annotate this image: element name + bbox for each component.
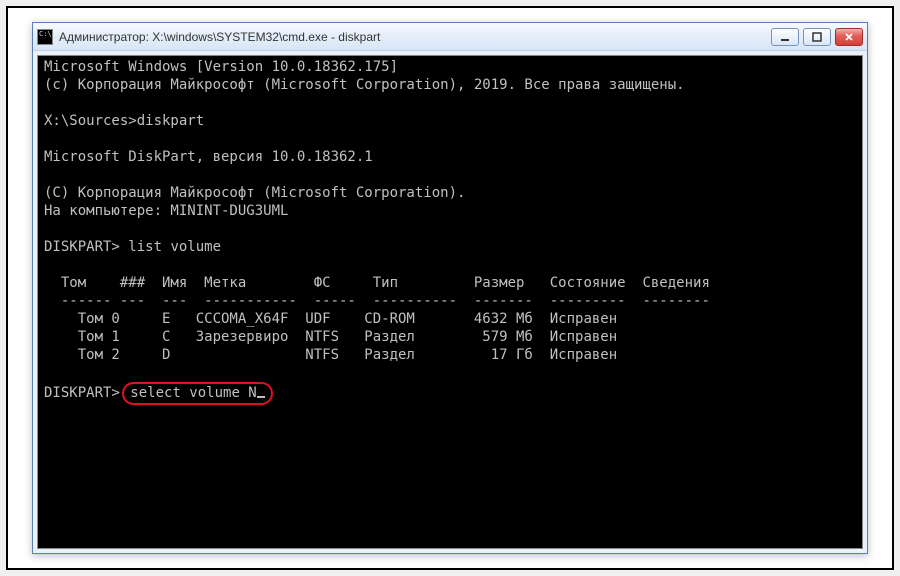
table-row: Том 0 E CCCOMA_X64F UDF CD-ROM 4632 Мб И… [44,311,617,327]
cmd-window: Администратор: X:\windows\SYSTEM32\cmd.e… [32,22,868,554]
table-row: Том 2 D NTFS Раздел 17 Гб Исправен [44,347,617,363]
terminal-output: Microsoft Windows [Version 10.0.18362.17… [38,56,862,407]
table-row: Том 1 C Зарезервиро NTFS Раздел 579 Мб И… [44,329,617,345]
minimize-button[interactable] [771,28,799,46]
command: select volume N [130,385,256,401]
line: (C) Корпорация Майкрософт (Microsoft Cor… [44,185,465,201]
command: diskpart [137,113,204,129]
terminal-area[interactable]: Microsoft Windows [Version 10.0.18362.17… [37,55,863,549]
prompt: DISKPART> [44,239,128,255]
close-button[interactable] [835,28,863,46]
line: Microsoft Windows [Version 10.0.18362.17… [44,59,398,75]
table-rule: ------ --- --- ----------- ----- -------… [44,293,710,309]
highlighted-command: select volume N [122,382,272,405]
cursor [257,396,265,398]
line: На компьютере: MININT-DUG3UML [44,203,288,219]
maximize-button[interactable] [803,28,831,46]
line: (c) Корпорация Майкрософт (Microsoft Cor… [44,77,685,93]
table-header: Том ### Имя Метка ФС Тип Размер Состояни… [44,275,710,291]
prompt: DISKPART> [44,385,128,401]
prompt: X:\Sources> [44,113,137,129]
command: list volume [128,239,221,255]
line: Microsoft DiskPart, версия 10.0.18362.1 [44,149,373,165]
window-title: Администратор: X:\windows\SYSTEM32\cmd.e… [59,30,380,44]
titlebar[interactable]: Администратор: X:\windows\SYSTEM32\cmd.e… [33,23,867,51]
cmd-icon [37,29,53,45]
